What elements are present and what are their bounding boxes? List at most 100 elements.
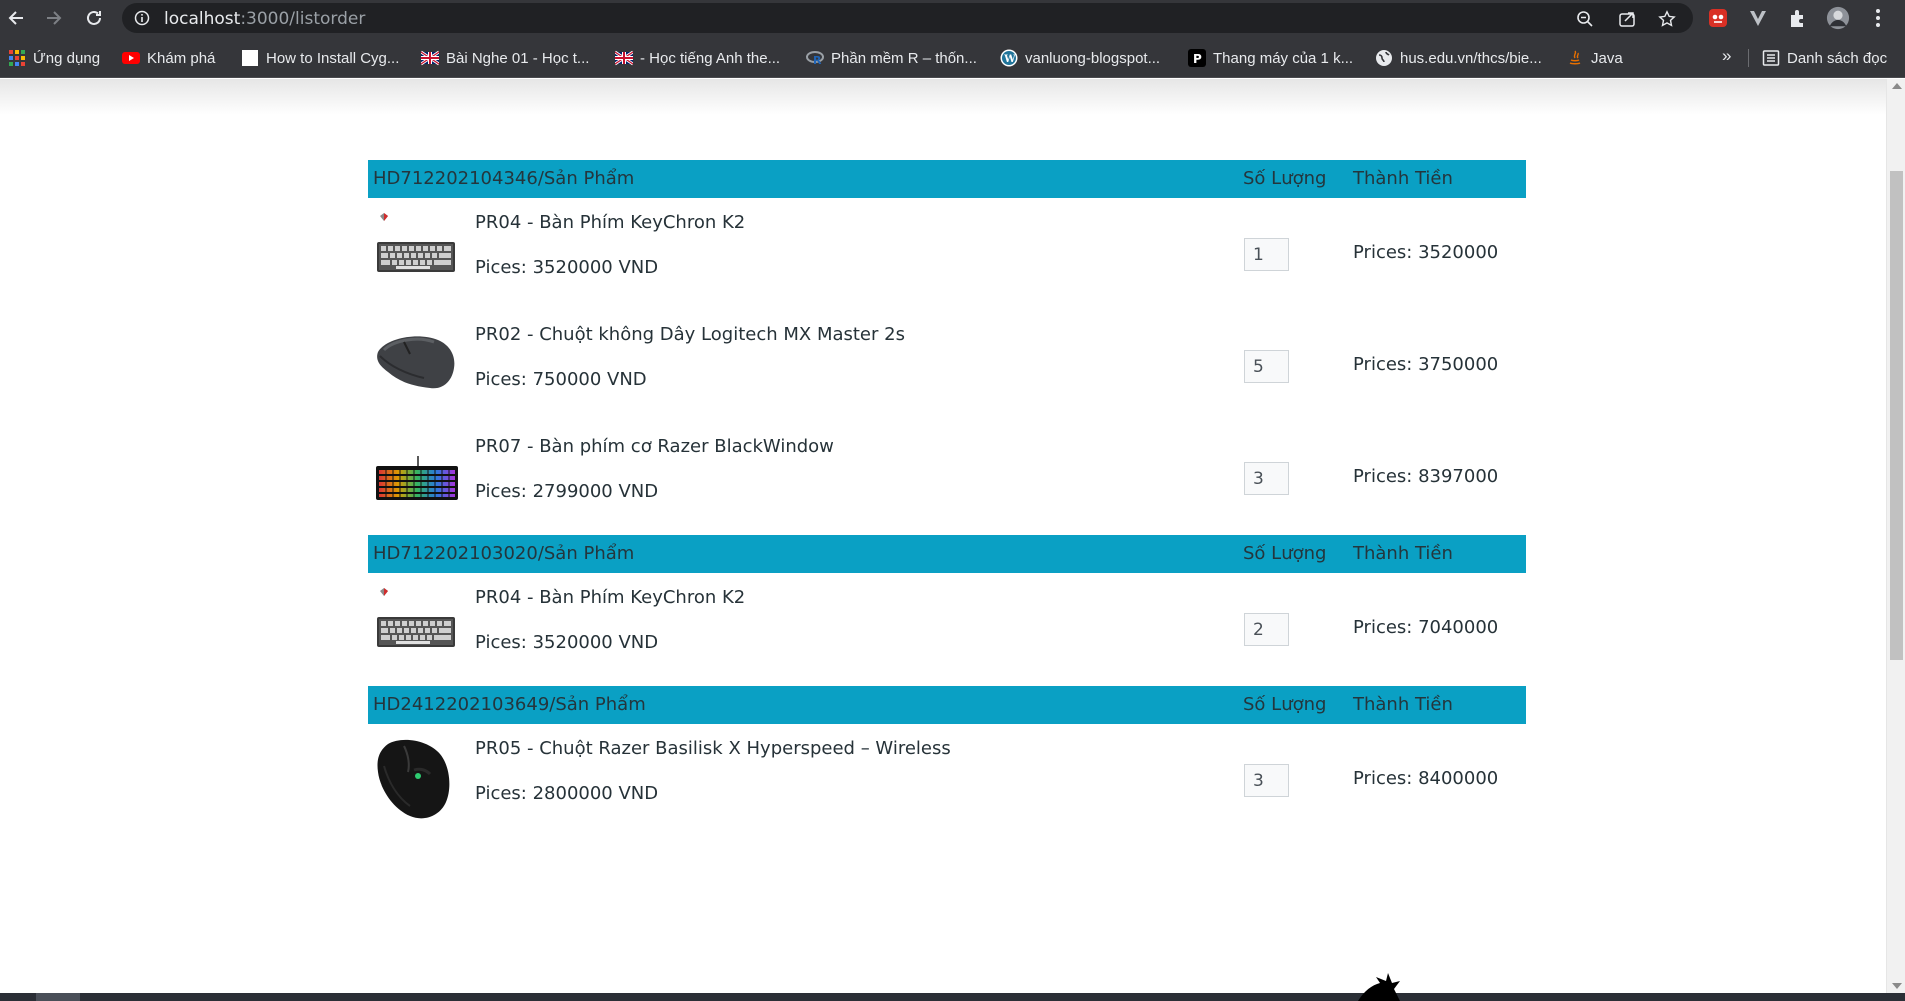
line-total: Prices: 8397000 [1353, 466, 1499, 487]
product-price: Pices: 2800000 VND [475, 783, 659, 804]
apps-grid-icon [9, 50, 25, 66]
bookmark-hoctienganh[interactable]: - Học tiếng Anh the... [615, 47, 780, 69]
share-icon[interactable] [1618, 10, 1636, 28]
back-icon[interactable] [4, 6, 28, 30]
bookmark-label: Phần mềm R – thốn... [831, 49, 977, 67]
product-name: PR04 - Bàn Phím KeyChron K2 [475, 587, 746, 608]
bookmark-vanluong[interactable]: W vanluong-blogspot... [1000, 47, 1160, 69]
profile-avatar[interactable] [1826, 6, 1850, 30]
product-price: Pices: 3520000 VND [475, 257, 659, 278]
blank-page-icon [242, 50, 258, 66]
order-header: HD712202103020/Sản Phẩm Số Lượng Thành T… [368, 535, 1526, 573]
mouse-logitech-image [377, 336, 455, 389]
bookmark-label: vanluong-blogspot... [1025, 49, 1161, 67]
order-item: PR07 - Bàn phím cơ Razer BlackWindow Pic… [368, 422, 1526, 534]
bookmark-cygwin[interactable]: How to Install Cyg... [241, 47, 399, 69]
product-name: PR05 - Chuột Razer Basilisk X Hyperspeed… [475, 738, 951, 759]
reading-list-label: Danh sách đọc [1787, 49, 1888, 67]
svg-text:P: P [1193, 52, 1202, 66]
order-item: PR04 - Bàn Phím KeyChron K2 Pices: 35200… [368, 198, 1526, 310]
line-total: Prices: 3750000 [1353, 354, 1499, 375]
reading-list-button[interactable]: Danh sách đọc [1762, 47, 1887, 69]
puzzle-icon[interactable] [1786, 6, 1810, 30]
url-host: localhost [164, 9, 241, 29]
p-logo-icon: P [1188, 49, 1206, 67]
total-header: Thành Tiền [1353, 168, 1453, 189]
order-block: HD712202103020/Sản Phẩm Số Lượng Thành T… [368, 535, 1526, 685]
total-header: Thành Tiền [1353, 543, 1453, 564]
browser-toolbar: localhost:3000/listorder [0, 0, 1905, 36]
bookmark-label: Bài Nghe 01 - Học t... [446, 49, 590, 67]
order-id: HD712202103020/Sản Phẩm [373, 543, 635, 564]
bookmark-apps[interactable]: Ứng dụng [8, 47, 100, 69]
keyboard-keychron-image [377, 588, 455, 647]
quantity-input[interactable] [1244, 764, 1289, 797]
page-scrollbar[interactable] [1886, 79, 1905, 993]
product-price: Pices: 2799000 VND [475, 481, 659, 502]
bookmark-bainghe[interactable]: Bài Nghe 01 - Học t... [421, 47, 589, 69]
bookmark-hus[interactable]: hus.edu.vn/thcs/bie... [1375, 47, 1542, 69]
bookmarks-bar: Ứng dụng Khám phá How to Install Cyg... … [0, 36, 1905, 78]
uk-flag-icon [421, 50, 439, 66]
svg-text:W: W [1003, 54, 1016, 65]
bookmark-khampha[interactable]: Khám phá [122, 47, 215, 69]
scroll-up-arrow-icon[interactable] [1892, 83, 1902, 89]
address-bar[interactable]: localhost:3000/listorder [122, 3, 1693, 33]
bookmark-thangmay[interactable]: P Thang máy của 1 k... [1188, 47, 1353, 69]
globe-icon [1376, 50, 1392, 66]
kebab-menu-icon[interactable] [1866, 6, 1890, 30]
product-price: Pices: 3520000 VND [475, 632, 659, 653]
bookmark-java[interactable]: Java [1566, 47, 1623, 69]
uk-flag-icon [615, 50, 633, 66]
reload-icon[interactable] [82, 6, 106, 30]
line-total: Prices: 3520000 [1353, 242, 1499, 263]
svg-text:R: R [813, 54, 822, 67]
info-icon[interactable] [134, 10, 150, 26]
bookmarks-divider [1748, 49, 1749, 67]
bookmark-label: - Học tiếng Anh the... [640, 49, 781, 67]
star-icon[interactable] [1658, 10, 1676, 28]
r-logo-icon: R [806, 51, 824, 67]
quantity-header: Số Lượng [1243, 168, 1327, 189]
reading-list-icon [1762, 50, 1780, 66]
bookmark-label: Java [1591, 49, 1623, 67]
quantity-input[interactable] [1244, 238, 1289, 271]
forward-icon[interactable] [42, 6, 66, 30]
order-block: HD2412202103649/Sản Phẩm Số Lượng Thành … [368, 686, 1526, 836]
product-name: PR07 - Bàn phím cơ Razer BlackWindow [475, 436, 834, 457]
wordpress-icon: W [1000, 49, 1018, 67]
scroll-down-arrow-icon[interactable] [1892, 983, 1902, 989]
order-item: PR02 - Chuột không Dây Logitech MX Maste… [368, 310, 1526, 422]
zoom-icon[interactable] [1576, 10, 1594, 28]
quantity-input[interactable] [1244, 613, 1289, 646]
razer-logo-icon [1358, 973, 1400, 1001]
line-total: Prices: 7040000 [1353, 617, 1499, 638]
order-item: PR04 - Bàn Phím KeyChron K2 Pices: 35200… [368, 573, 1526, 685]
order-header: HD2412202103649/Sản Phẩm Số Lượng Thành … [368, 686, 1526, 724]
order-id: HD2412202103649/Sản Phẩm [373, 694, 646, 715]
product-name: PR02 - Chuột không Dây Logitech MX Maste… [475, 324, 905, 345]
keyboard-razer-image [376, 456, 458, 500]
extension-v-icon[interactable] [1746, 6, 1770, 30]
product-price: Pices: 750000 VND [475, 369, 647, 390]
page-viewport: HD712202104346/Sản Phẩm Số Lượng Thành T… [0, 79, 1905, 993]
navbar-shadow [0, 79, 1886, 115]
total-header: Thành Tiền [1353, 694, 1453, 715]
quantity-input[interactable] [1244, 350, 1289, 383]
footer-tab [36, 993, 80, 1001]
bookmarks-overflow-button[interactable]: » [1722, 46, 1731, 66]
youtube-icon [122, 52, 140, 64]
scrollbar-thumb[interactable] [1890, 171, 1903, 660]
bookmark-label: Thang máy của 1 k... [1213, 49, 1354, 67]
url-path: :3000/listorder [240, 9, 366, 29]
footer-edge [0, 993, 1905, 1001]
url-text[interactable]: localhost:3000/listorder [164, 9, 365, 29]
product-name: PR04 - Bàn Phím KeyChron K2 [475, 212, 746, 233]
quantity-header: Số Lượng [1243, 694, 1327, 715]
quantity-input[interactable] [1244, 462, 1289, 495]
bookmark-phanmemr[interactable]: R Phần mềm R – thốn... [806, 47, 977, 69]
order-block: HD712202104346/Sản Phẩm Số Lượng Thành T… [368, 160, 1526, 534]
bookmark-label: hus.edu.vn/thcs/bie... [1400, 49, 1542, 67]
order-header: HD712202104346/Sản Phẩm Số Lượng Thành T… [368, 160, 1526, 198]
extension-red-icon[interactable] [1706, 6, 1730, 30]
